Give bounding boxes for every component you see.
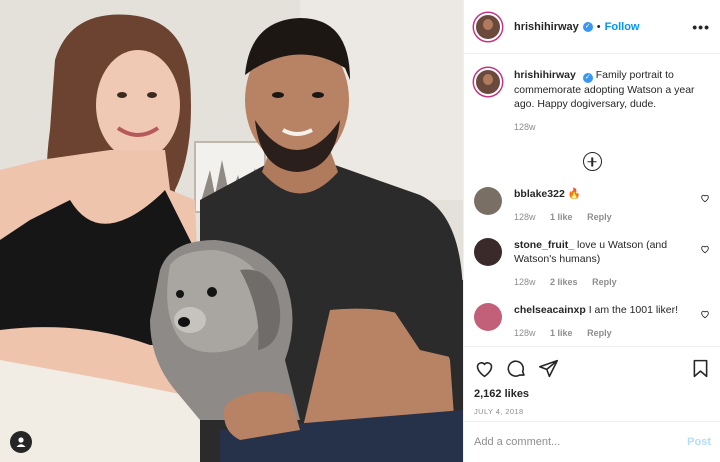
- share-icon[interactable]: [538, 358, 559, 379]
- comment-composer: Post: [464, 421, 720, 462]
- more-options-icon[interactable]: •••: [692, 19, 710, 35]
- follow-button[interactable]: Follow: [605, 21, 640, 33]
- comment-item: stone_fruit_ love u Watson (and Watson's…: [474, 238, 710, 289]
- heart-icon[interactable]: [700, 193, 710, 203]
- comment-avatar[interactable]: [474, 303, 502, 331]
- reply-button[interactable]: Reply: [587, 328, 612, 338]
- comment-username[interactable]: bblake322: [514, 188, 565, 200]
- comment-likes[interactable]: 2 likes: [550, 277, 578, 287]
- verified-badge-icon: ✓: [582, 73, 593, 83]
- tagged-users-button[interactable]: [10, 431, 32, 453]
- comment-time[interactable]: 128w: [514, 212, 536, 222]
- caption-avatar[interactable]: [474, 68, 502, 96]
- comment-text: I am the 1001 liker!: [588, 304, 679, 316]
- reply-button[interactable]: Reply: [592, 277, 617, 287]
- reply-button[interactable]: Reply: [587, 212, 612, 222]
- heart-icon[interactable]: [474, 358, 495, 379]
- heart-icon[interactable]: [700, 244, 710, 254]
- heart-icon[interactable]: [700, 309, 710, 319]
- post-photo[interactable]: [0, 0, 463, 462]
- comment-likes[interactable]: 1 like: [550, 328, 573, 338]
- post-side-panel: hrishihirway ✓ • Follow ••• hrishihirway…: [463, 0, 720, 462]
- caption: hrishihirway ✓ Family portrait to commem…: [474, 68, 710, 134]
- comment-avatar[interactable]: [474, 238, 502, 266]
- post-button[interactable]: Post: [687, 436, 711, 448]
- comment-likes[interactable]: 1 like: [550, 212, 573, 222]
- comment-avatar[interactable]: [474, 187, 502, 215]
- bookmark-icon[interactable]: [690, 358, 711, 379]
- post-actions: 2,162 likes JULY 4, 2018: [464, 346, 720, 416]
- comment-item: bblake322 🔥 128w 1 like Reply: [474, 187, 710, 224]
- comment-time[interactable]: 128w: [514, 277, 536, 287]
- separator: •: [596, 20, 601, 33]
- author-username[interactable]: hrishihirway: [514, 21, 579, 33]
- comment-text: 🔥: [567, 188, 581, 200]
- plus-circle-icon[interactable]: [582, 152, 602, 171]
- photo-illustration: [0, 0, 463, 462]
- comment-username[interactable]: stone_fruit_: [514, 239, 574, 251]
- comment-icon[interactable]: [506, 358, 527, 379]
- comment-input[interactable]: [474, 436, 688, 448]
- comment-username[interactable]: chelseacainxp: [514, 304, 586, 316]
- verified-badge-icon: ✓: [582, 21, 593, 32]
- action-icons: [474, 357, 711, 379]
- author-avatar[interactable]: [474, 12, 502, 41]
- caption-time[interactable]: 128w: [514, 122, 536, 132]
- comment-time[interactable]: 128w: [514, 328, 536, 338]
- user-tag-icon: [16, 437, 26, 447]
- likes-count[interactable]: 2,162 likes: [474, 388, 711, 400]
- post-date[interactable]: JULY 4, 2018: [474, 407, 711, 416]
- post-header: hrishihirway ✓ • Follow •••: [464, 0, 720, 54]
- comment-item: chelseacainxp I am the 1001 liker! 128w …: [474, 303, 710, 340]
- caption-username[interactable]: hrishihirway: [514, 69, 576, 81]
- comments-list[interactable]: hrishihirway ✓ Family portrait to commem…: [464, 54, 720, 344]
